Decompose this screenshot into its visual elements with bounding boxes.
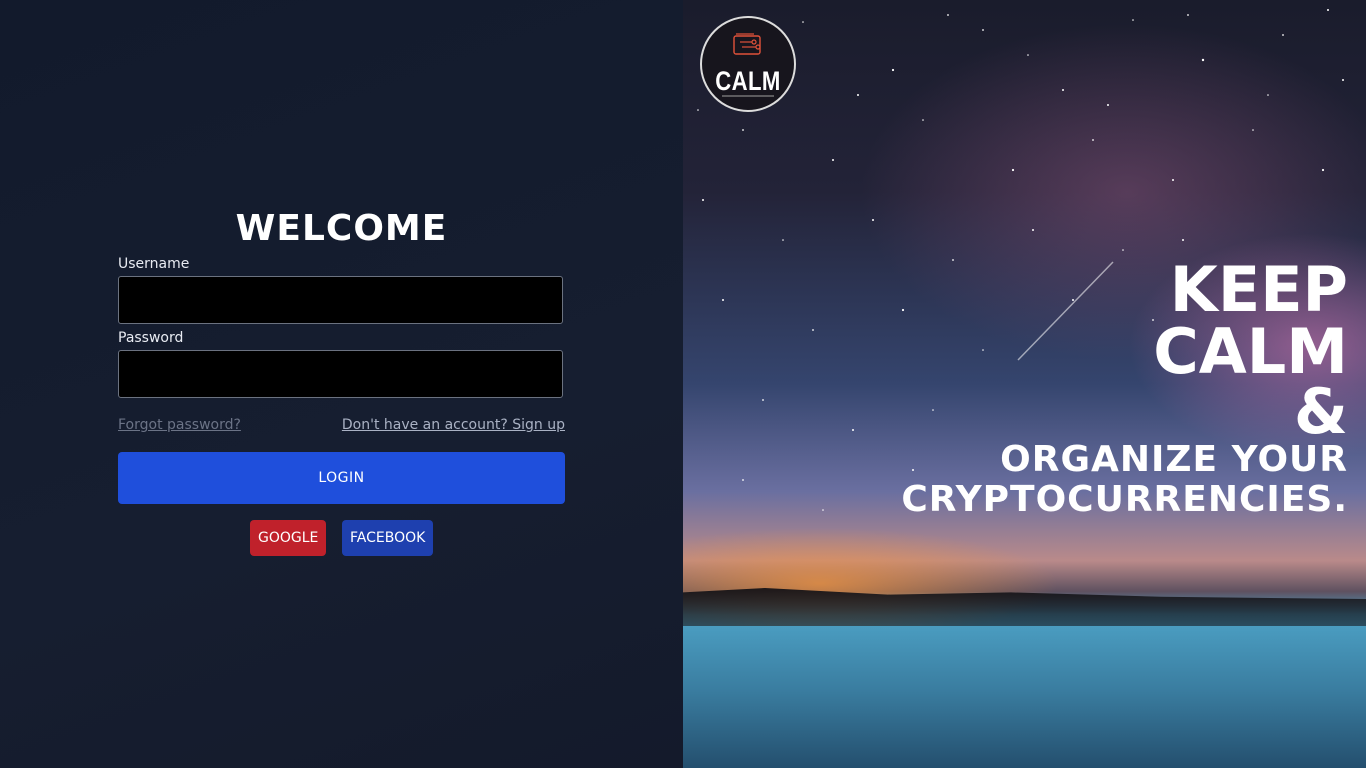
logo-tagline (722, 95, 774, 97)
google-button[interactable]: GOOGLE (250, 520, 326, 556)
hero-organize: ORGANIZE YOUR (1000, 439, 1348, 480)
password-label: Password (118, 330, 184, 346)
water-image (683, 626, 1366, 768)
username-input[interactable] (118, 276, 563, 324)
hero-cryptocurrencies: CRYPTOCURRENCIES. (901, 479, 1348, 520)
page-title: WELCOME (235, 208, 448, 249)
login-panel: WELCOME Username Password Forgot passwor… (0, 0, 683, 768)
facebook-button[interactable]: FACEBOOK (342, 520, 433, 556)
shooting-star (1017, 261, 1114, 361)
username-label: Username (118, 256, 190, 272)
wallet-circuit-icon (733, 33, 761, 55)
login-button[interactable]: LOGIN (118, 452, 565, 504)
hero-keep: KEEP (1169, 253, 1348, 326)
calm-logo[interactable]: CALM (700, 16, 796, 112)
forgot-password-link[interactable]: Forgot password? (118, 417, 241, 433)
password-input[interactable] (118, 350, 563, 398)
signup-link[interactable]: Don't have an account? Sign up (342, 417, 565, 433)
logo-text: CALM (715, 66, 781, 96)
hero-ampersand: & (1293, 375, 1348, 448)
